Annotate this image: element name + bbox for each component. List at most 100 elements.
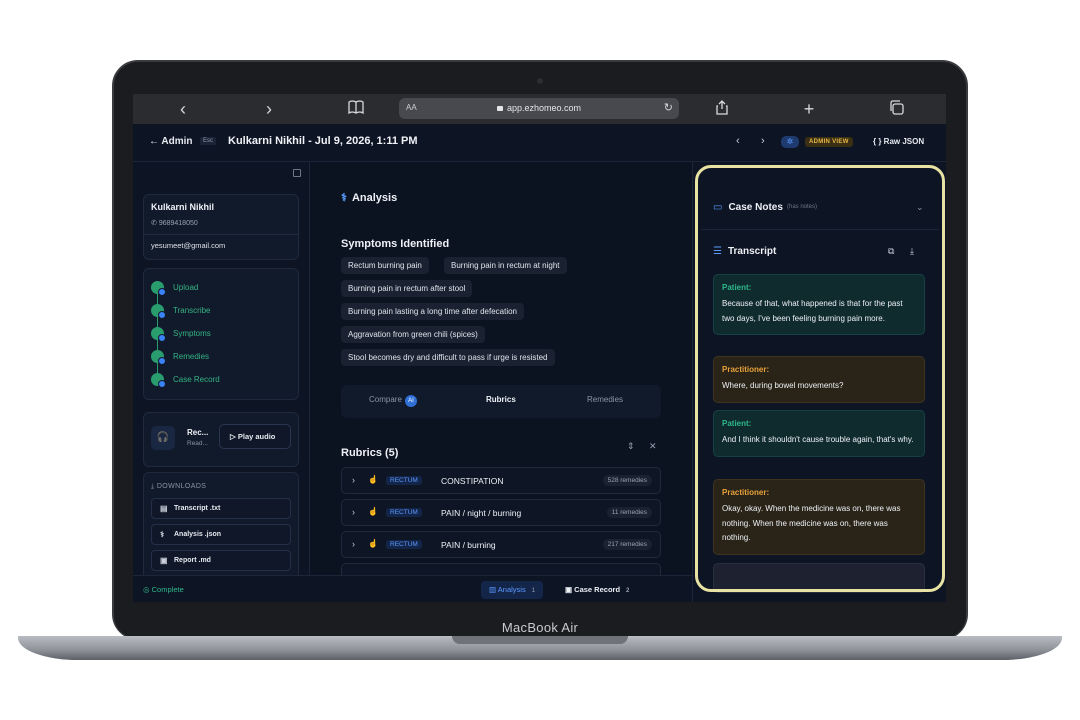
analysis-panel: ⚕ Analysis Symptoms Identified Rectum bur… <box>311 162 691 575</box>
transcript-message: Practitioner: Okay, okay. When the medic… <box>713 479 925 555</box>
rubric-row[interactable]: › ☝ RECTUM PAIN / night / burning 11 rem… <box>341 499 661 526</box>
app-header: ← Admin Esc Kulkarni Nikhil - Jul 9, 202… <box>133 124 946 162</box>
chevron-right-icon[interactable]: › <box>352 475 355 485</box>
sort-icon[interactable]: ⇕ <box>627 441 635 452</box>
download-analysis-button[interactable]: ⚕ Analysis .json <box>151 524 291 545</box>
tab-rubrics[interactable]: Rubrics <box>486 395 516 404</box>
sparkle-icon[interactable]: ✲ <box>781 136 799 148</box>
model-label: MacBook Air <box>501 620 579 635</box>
symptom-chip: Stool becomes dry and difficult to pass … <box>341 349 555 366</box>
workflow-card <box>143 268 299 400</box>
audio-title: Rec... <box>187 428 209 437</box>
tab-case-record[interactable]: ▣ Case Record 2 <box>557 581 637 599</box>
symptom-chip: Burning pain in rectum at night <box>444 257 567 274</box>
play-icon: ▷ <box>230 432 238 441</box>
clipboard-icon: ▣ <box>565 585 575 594</box>
rubric-name: PAIN / night / burning <box>441 508 522 518</box>
laptop-notch <box>452 636 628 644</box>
symptom-chip: Rectum burning pain <box>341 257 429 274</box>
chevron-down-icon[interactable]: ⌄ <box>916 202 924 213</box>
clipboard-icon: ▣ <box>160 556 168 565</box>
tab-compare[interactable]: Compare AI <box>369 395 417 407</box>
headphones-icon: 🎧 <box>151 426 175 450</box>
case-notes-heading[interactable]: ▭ Case Notes <box>713 202 783 213</box>
rubric-row[interactable]: › ☝ RECTUM CONSTIPATION 528 remedies <box>341 467 661 494</box>
symptoms-heading: Symptoms Identified <box>341 238 450 250</box>
tab-remedies[interactable]: Remedies <box>587 395 623 404</box>
raw-json-button[interactable]: { } Raw JSON <box>873 137 924 146</box>
check-icon <box>151 327 166 342</box>
collapse-all-icon[interactable]: ✕ <box>649 441 657 452</box>
speaker-label: Patient: <box>722 283 752 292</box>
notes-panel: ▭ Case Notes (has notes) ⌄ ☰ Transcript ⧉ … <box>692 162 946 602</box>
new-tab-icon[interactable]: + <box>800 100 818 118</box>
check-icon <box>151 350 166 365</box>
chevron-right-icon[interactable]: › <box>352 507 355 517</box>
note-icon: ▭ <box>713 202 723 213</box>
remedy-count: 528 remedies <box>602 475 652 486</box>
next-button[interactable]: › <box>761 135 765 147</box>
analysis-tabs: Compare AI Rubrics Remedies <box>341 385 661 418</box>
message-text: And I think it shouldn't cause trouble a… <box>722 435 914 444</box>
prev-button[interactable]: ‹ <box>736 135 740 147</box>
check-icon <box>151 281 166 296</box>
rubric-name: PAIN / burning <box>441 540 496 550</box>
play-audio-button[interactable]: ▷ Play audio <box>219 424 291 449</box>
remedy-count: 11 remedies <box>606 507 652 518</box>
back-label: Admin <box>161 136 193 147</box>
patient-phone: ✆ 9689418050 <box>151 220 198 227</box>
book-icon[interactable] <box>347 100 365 118</box>
chat-icon: ☰ <box>713 246 722 257</box>
hand-icon: ☝ <box>368 507 378 516</box>
copy-icon[interactable]: ⧉ <box>888 246 894 257</box>
transcript-message <box>713 563 925 593</box>
stethoscope-icon: ⚕ <box>341 192 347 204</box>
tab-analysis[interactable]: ▥ Analysis 1 <box>481 581 544 599</box>
phone-icon: ✆ <box>151 220 159 227</box>
back-button[interactable]: ← Admin <box>149 136 193 147</box>
address-bar[interactable]: AA app.ezhomeo.com ↻ <box>399 98 679 119</box>
download-report-button[interactable]: ▣ Report .md <box>151 550 291 571</box>
laptop-mockup: MacBook Air ‹ › AA app.ezhomeo.com ↻ + ←… <box>0 0 1080 720</box>
transcript-message: Patient: Because of that, what happened … <box>713 274 925 335</box>
raw-json-label: Raw JSON <box>883 137 925 146</box>
check-icon <box>151 373 166 388</box>
rubric-name: CONSTIPATION <box>441 476 504 486</box>
check-circle-icon: ◎ <box>143 585 152 594</box>
sidebar: Kulkarni Nikhil ✆ 9689418050 yesumeet@gm… <box>133 162 310 582</box>
downloads-heading: ⤓ DOWNLOADS <box>151 483 207 490</box>
screen: ‹ › AA app.ezhomeo.com ↻ + ← Admin Esc K… <box>133 94 946 602</box>
stethoscope-icon: ⚕ <box>160 530 165 539</box>
divider <box>701 229 939 230</box>
rubric-row[interactable]: › ☝ RECTUM PAIN / burning 217 remedies <box>341 531 661 558</box>
rubric-tag: RECTUM <box>386 508 422 517</box>
speaker-label: Practitioner: <box>722 488 770 497</box>
download-transcript-button[interactable]: ▤ Transcript .txt <box>151 498 291 519</box>
document-icon: ▤ <box>160 504 168 513</box>
chevron-right-icon[interactable]: › <box>352 539 355 549</box>
transcript-message: Patient: And I think it shouldn't cause … <box>713 410 925 457</box>
status-complete: ◎ Complete <box>143 585 184 594</box>
tabs-icon[interactable] <box>887 100 905 119</box>
reload-icon[interactable]: ↻ <box>664 101 673 114</box>
hand-icon: ☝ <box>368 539 378 548</box>
admin-view-badge: ADMIN VIEW <box>805 137 853 147</box>
chart-icon: ▥ <box>489 585 498 594</box>
back-icon[interactable]: ‹ <box>174 100 192 118</box>
download-file-icon[interactable]: ⤓ <box>910 246 914 257</box>
collapse-sidebar-icon[interactable] <box>293 169 301 177</box>
audio-subtitle: Read... <box>187 440 208 447</box>
patient-email: yesumeet@gmail.com <box>151 241 226 250</box>
symptom-chip: Burning pain in rectum after stool <box>341 280 473 297</box>
rubric-row[interactable] <box>341 563 661 575</box>
patient-name: Kulkarni Nikhil <box>151 202 215 212</box>
analysis-heading: ⚕ Analysis <box>341 192 398 204</box>
rubrics-heading: Rubrics (5) <box>341 447 399 459</box>
remedy-count: 217 remedies <box>602 539 652 550</box>
transcript-message: Practitioner: Where, during bowel moveme… <box>713 356 925 403</box>
share-icon[interactable] <box>713 100 731 119</box>
lock-icon <box>496 106 503 111</box>
message-text: Okay, okay. When the medicine was on, th… <box>722 504 901 542</box>
forward-icon[interactable]: › <box>260 100 278 118</box>
divider <box>144 234 298 235</box>
